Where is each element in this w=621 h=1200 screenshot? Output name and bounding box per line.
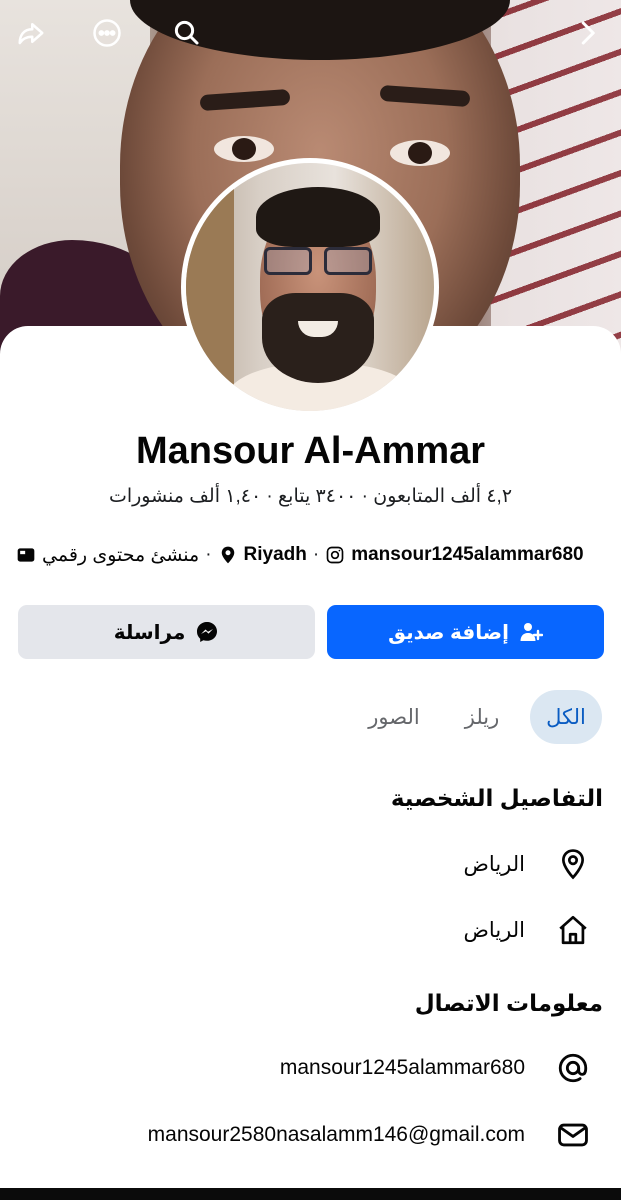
avatar-glasses [264,247,374,275]
at-sign-icon [553,1048,593,1088]
separator: · [312,544,320,565]
location-pin-icon [221,546,234,564]
add-friend-icon [520,623,543,641]
message-button[interactable]: مراسلة [18,605,315,659]
current-city-row: الرياض [464,842,593,886]
profile-name: Mansour Al-Ammar [135,430,486,472]
email-row: mansour2580nasalamm146@gmail.com [148,1113,593,1157]
profile-location[interactable]: Riyadh [244,544,307,566]
contact-email[interactable]: mansour2580nasalamm146@gmail.com [148,1123,525,1147]
share-icon[interactable] [12,14,50,52]
avatar [186,163,434,411]
hometown-row: الرياض [464,908,593,952]
bottom-system-bar [0,1188,621,1200]
messenger-icon [197,622,218,642]
tab-reels[interactable]: ريلز [450,690,514,744]
home-icon [553,910,593,950]
avatar-beard [262,293,374,383]
search-icon[interactable] [168,14,206,52]
hometown: الرياض [463,918,525,942]
instagram-icon [326,546,344,564]
add-friend-button[interactable]: إضافة صديق [327,605,604,659]
add-friend-label: إضافة صديق [388,621,509,644]
current-city: الرياض [463,852,525,876]
separator: · [205,544,212,565]
profile-instagram[interactable]: mansour1245alammar680 [351,544,583,566]
profile-meta: منشئ محتوى رقمي · Riyadh · mansour1245al… [16,540,605,570]
chevron-right-icon[interactable] [568,14,606,52]
category-icon [17,548,35,562]
message-label: مراسلة [113,621,186,644]
tab-all[interactable]: الكل [530,690,602,744]
tab-photos[interactable]: الصور [356,690,432,744]
more-options-icon[interactable] [88,14,126,52]
cover-eye-right [390,140,450,166]
cover-eye-left [214,136,274,162]
profile-category: منشئ محتوى رقمي [42,544,200,566]
contact-username[interactable]: mansour1245alammar680 [280,1056,525,1080]
avatar-background-door [186,163,234,411]
username-row: mansour1245alammar680 [280,1046,593,1090]
personal-details-title: التفاصيل الشخصية [390,785,603,811]
contact-info-title: معلومات الاتصال [414,990,603,1016]
profile-picture[interactable] [181,158,439,416]
envelope-icon [553,1115,593,1155]
avatar-hair [256,187,380,247]
location-pin-icon [553,844,593,884]
profile-stats[interactable]: ٤,٢ ألف المتابعون · ٣٤٠٠ يتابع · ١,٤٠ أل… [0,485,621,508]
